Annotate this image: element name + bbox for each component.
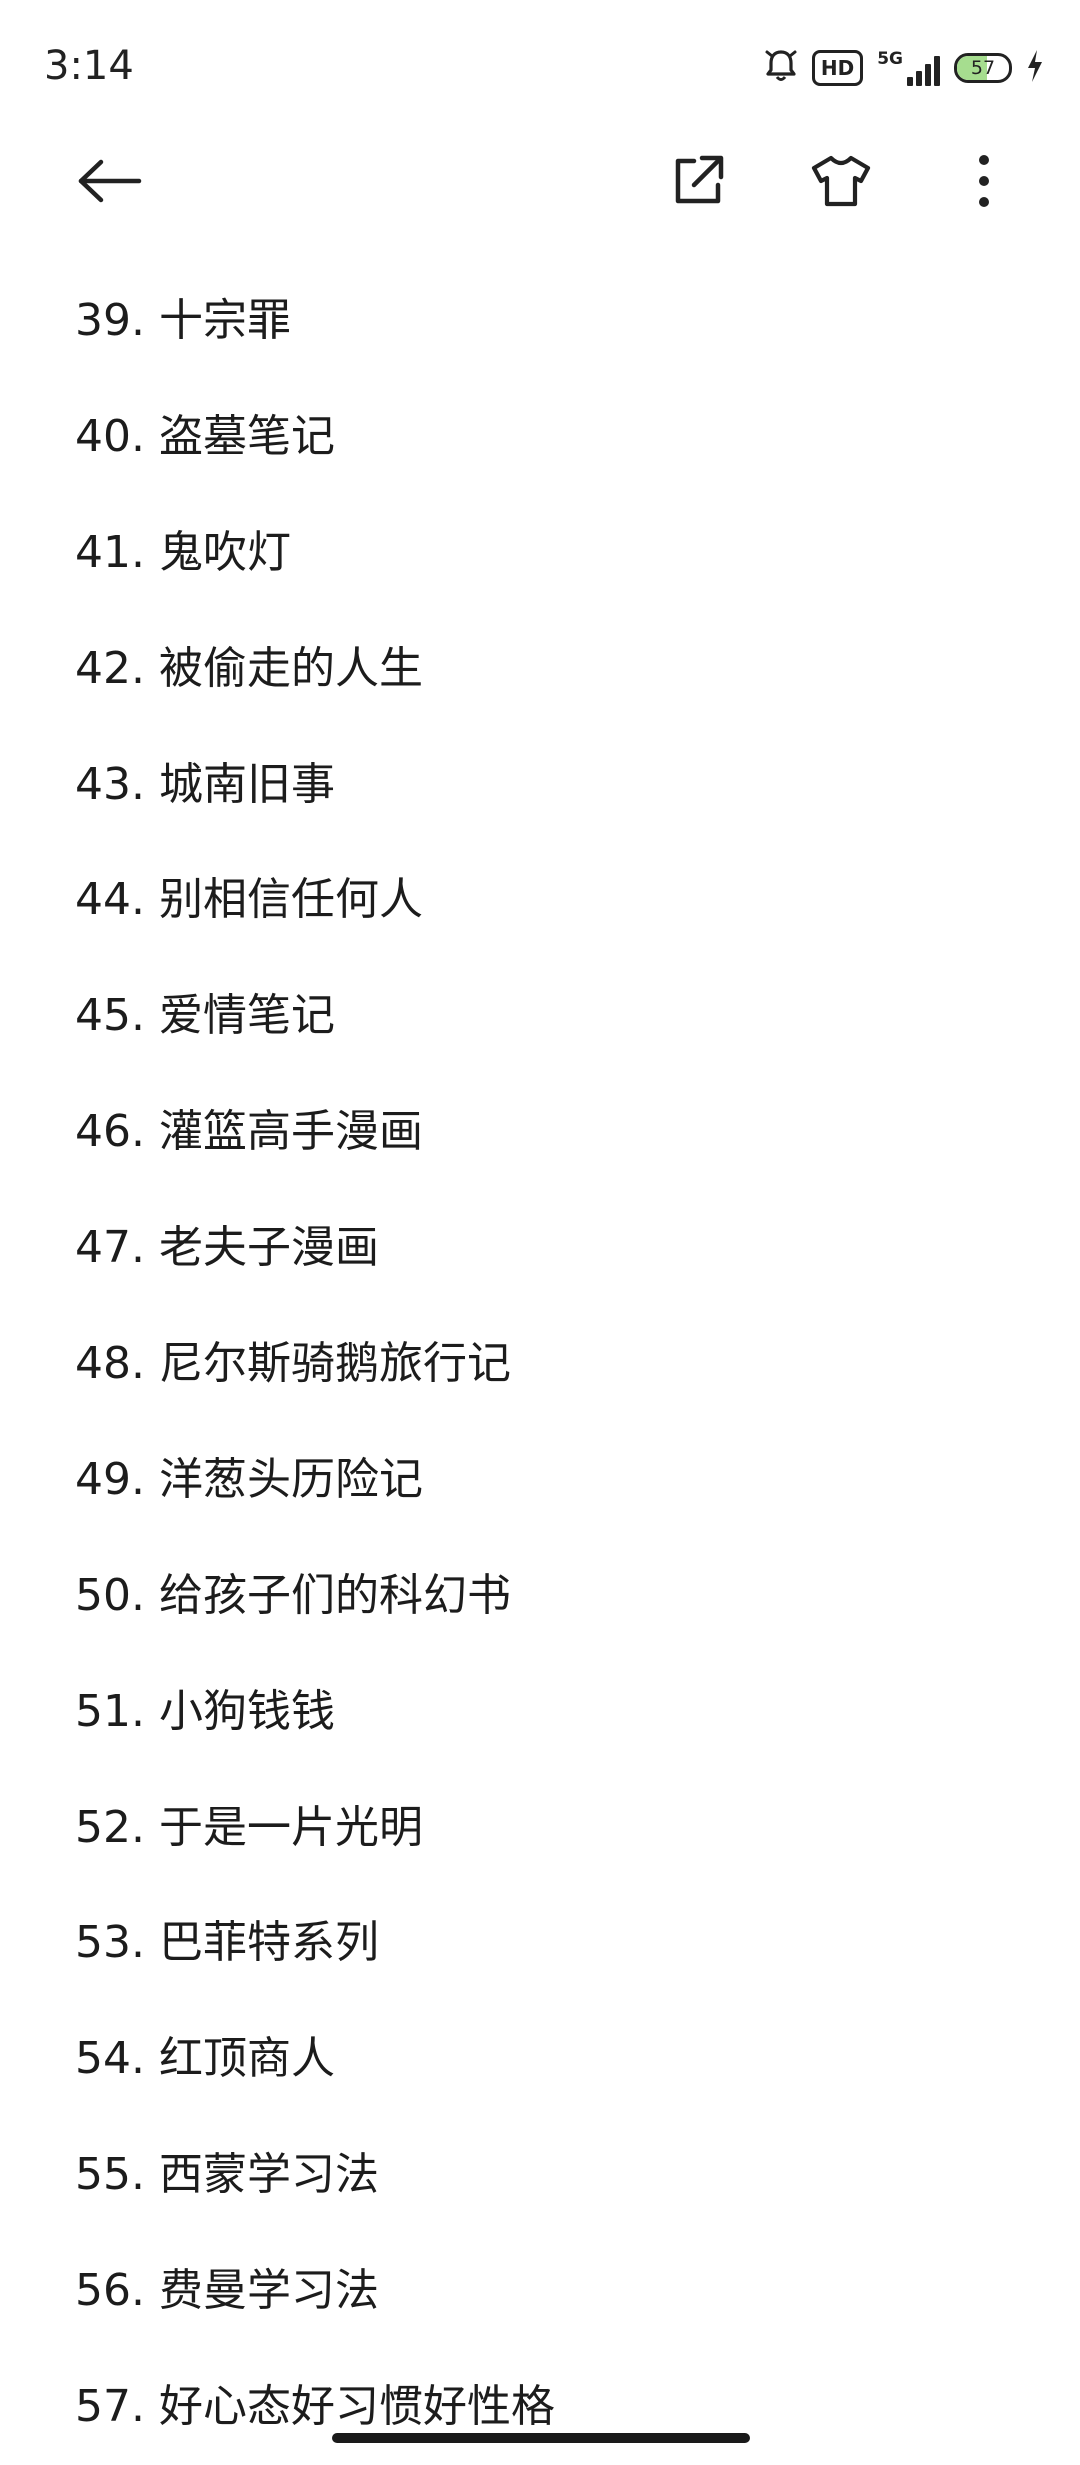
book-list: 39. 十宗罪 40. 盗墓笔记 41. 鬼吹灯 42. 被偷走的人生 43. …	[75, 263, 1035, 2465]
list-item: 54. 红顶商人	[75, 2033, 335, 2085]
signal-indicator: 5G	[877, 50, 940, 86]
theme-button[interactable]	[793, 135, 889, 231]
list-item: 41. 鬼吹灯	[75, 526, 291, 578]
list-item: 53. 巴菲特系列	[75, 1917, 379, 1969]
share-button[interactable]	[650, 135, 746, 231]
list-item: 39. 十宗罪	[75, 294, 291, 346]
alarm-icon	[764, 48, 798, 88]
hd-badge: HD	[811, 50, 864, 86]
list-item: 43. 城南旧事	[75, 758, 335, 810]
status-icons: HD 5G 57	[764, 48, 1044, 88]
list-item: 57. 好心态好习惯好性格	[75, 2380, 555, 2432]
list-item: 50. 给孩子们的科幻书	[75, 1569, 511, 1621]
more-options-button[interactable]	[936, 135, 1032, 231]
external-share-icon	[670, 153, 726, 213]
list-item: 44. 别相信任何人	[75, 874, 423, 926]
charging-icon	[1026, 49, 1044, 87]
list-item: 40. 盗墓笔记	[75, 410, 335, 462]
battery-icon: 57	[954, 53, 1012, 83]
home-indicator[interactable]	[332, 2433, 750, 2443]
top-app-bar	[0, 135, 1080, 231]
list-item: 48. 尼尔斯骑鹅旅行记	[75, 1337, 511, 1389]
status-time: 3:14	[44, 43, 134, 89]
battery-level: 57	[970, 56, 996, 79]
list-item: 49. 洋葱头历险记	[75, 1453, 423, 1505]
list-item: 42. 被偷走的人生	[75, 642, 423, 694]
arrow-left-icon	[77, 159, 143, 207]
list-item: 52. 于是一片光明	[75, 1801, 423, 1853]
list-item: 45. 爱情笔记	[75, 990, 335, 1042]
signal-icon	[907, 56, 940, 86]
list-item: 46. 灌篮高手漫画	[75, 1106, 423, 1158]
list-item: 51. 小狗钱钱	[75, 1685, 335, 1737]
list-item: 47. 老夫子漫画	[75, 1222, 379, 1274]
status-bar: 3:14 HD 5G 57	[0, 0, 1080, 135]
list-item: 55. 西蒙学习法	[75, 2149, 379, 2201]
tshirt-icon	[811, 154, 871, 212]
more-vertical-icon	[977, 153, 991, 213]
back-button[interactable]	[62, 135, 158, 231]
network-type: 5G	[877, 49, 903, 69]
list-item: 56. 费曼学习法	[75, 2265, 379, 2317]
